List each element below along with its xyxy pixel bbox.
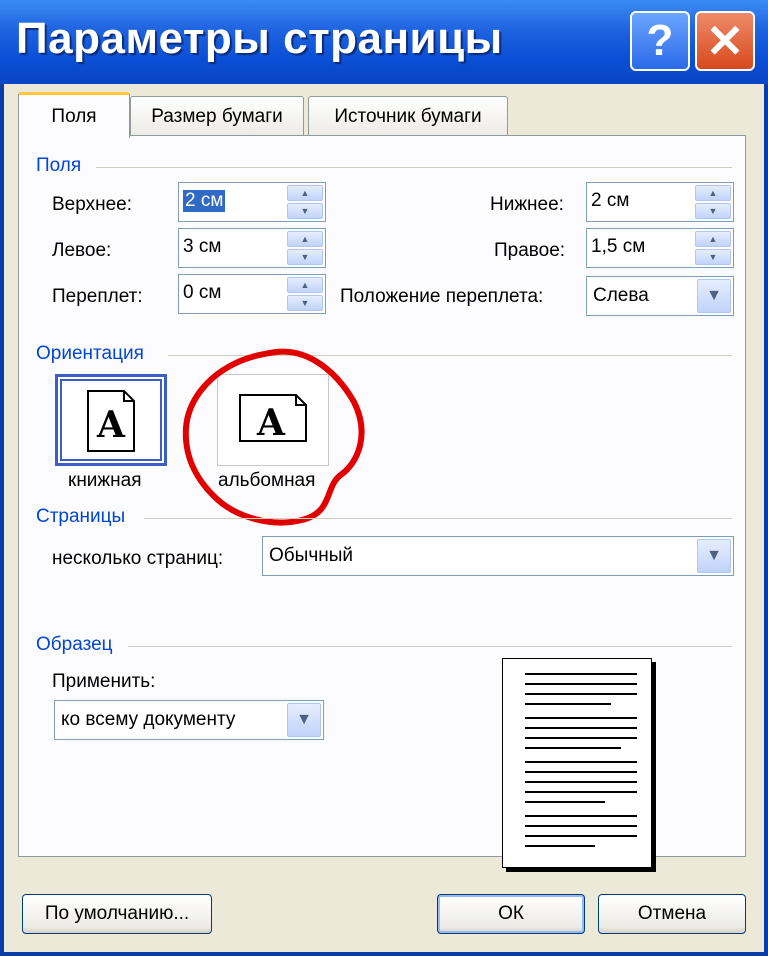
gutter-position-select[interactable]: Слева ▼ bbox=[586, 276, 734, 316]
tab-label: Источник бумаги bbox=[334, 105, 482, 127]
help-icon: ? bbox=[646, 16, 674, 65]
left-margin-label: Левое: bbox=[52, 240, 112, 261]
bottom-margin-value: 2 см bbox=[591, 190, 630, 211]
close-icon: ✕ bbox=[705, 15, 745, 67]
multiple-pages-value: Обычный bbox=[269, 545, 353, 566]
apply-to-label: Применить: bbox=[52, 671, 156, 692]
right-margin-spinner[interactable]: 1,5 см ▲ ▼ bbox=[586, 228, 734, 268]
help-button[interactable]: ? bbox=[630, 11, 690, 71]
sample-group-label: Образец bbox=[36, 634, 113, 655]
divider bbox=[96, 167, 732, 168]
tab-margins[interactable]: Поля bbox=[18, 92, 130, 138]
tab-paper-size[interactable]: Размер бумаги bbox=[130, 96, 304, 136]
gutter-position-label: Положение переплета: bbox=[340, 286, 544, 307]
spin-down-icon[interactable]: ▼ bbox=[695, 249, 731, 265]
chevron-down-icon[interactable]: ▼ bbox=[287, 703, 321, 737]
portrait-page-icon: A bbox=[87, 390, 135, 452]
pages-group-label: Страницы bbox=[36, 506, 126, 527]
left-margin-value: 3 см bbox=[183, 236, 222, 257]
spin-up-icon[interactable]: ▲ bbox=[287, 277, 323, 293]
cancel-button[interactable]: Отмена bbox=[598, 894, 746, 934]
margins-group-label: Поля bbox=[36, 155, 82, 176]
tab-label: Размер бумаги bbox=[151, 105, 283, 127]
bottom-margin-label: Нижнее: bbox=[490, 194, 564, 215]
divider bbox=[128, 646, 732, 647]
apply-to-select[interactable]: ко всему документу ▼ bbox=[54, 700, 324, 740]
close-button[interactable]: ✕ bbox=[695, 11, 755, 71]
tab-label: Поля bbox=[51, 105, 97, 127]
spin-up-icon[interactable]: ▲ bbox=[287, 231, 323, 247]
right-margin-value: 1,5 см bbox=[591, 236, 646, 257]
title-bar: Параметры страницы ? ✕ bbox=[0, 0, 768, 84]
right-margin-label: Правое: bbox=[494, 240, 566, 261]
spin-down-icon[interactable]: ▼ bbox=[695, 203, 731, 219]
gutter-position-value: Слева bbox=[593, 285, 649, 306]
tab-paper-source[interactable]: Источник бумаги bbox=[308, 96, 508, 136]
default-button[interactable]: По умолчанию... bbox=[22, 894, 212, 934]
multiple-pages-select[interactable]: Обычный ▼ bbox=[262, 536, 734, 576]
spin-down-icon[interactable]: ▼ bbox=[287, 203, 323, 219]
gutter-value: 0 см bbox=[183, 282, 222, 303]
gutter-spinner[interactable]: 0 см ▲ ▼ bbox=[178, 274, 326, 314]
ok-button[interactable]: ОК bbox=[437, 894, 585, 934]
window-title: Параметры страницы bbox=[16, 14, 503, 63]
portrait-button[interactable]: A bbox=[55, 374, 167, 466]
chevron-down-icon[interactable]: ▼ bbox=[697, 279, 731, 313]
spin-up-icon[interactable]: ▲ bbox=[287, 185, 323, 201]
spin-up-icon[interactable]: ▲ bbox=[695, 231, 731, 247]
sample-preview bbox=[502, 658, 652, 868]
apply-to-value: ко всему документу bbox=[61, 709, 236, 730]
left-margin-spinner[interactable]: 3 см ▲ ▼ bbox=[178, 228, 326, 268]
chevron-down-icon[interactable]: ▼ bbox=[697, 539, 731, 573]
top-margin-value: 2 см bbox=[183, 190, 226, 212]
orientation-group-label: Ориентация bbox=[36, 343, 144, 364]
red-circle-annotation bbox=[182, 348, 365, 526]
gutter-label: Переплет: bbox=[52, 286, 143, 307]
divider bbox=[144, 518, 732, 519]
spin-down-icon[interactable]: ▼ bbox=[287, 249, 323, 265]
multiple-pages-label: несколько страниц: bbox=[52, 548, 224, 569]
portrait-label: книжная bbox=[68, 470, 142, 491]
top-margin-label: Верхнее: bbox=[52, 194, 132, 215]
portrait-glyph: A bbox=[96, 404, 126, 446]
bottom-margin-spinner[interactable]: 2 см ▲ ▼ bbox=[586, 182, 734, 222]
top-margin-spinner[interactable]: 2 см ▲ ▼ bbox=[178, 182, 326, 222]
spin-down-icon[interactable]: ▼ bbox=[287, 295, 323, 311]
spin-up-icon[interactable]: ▲ bbox=[695, 185, 731, 201]
